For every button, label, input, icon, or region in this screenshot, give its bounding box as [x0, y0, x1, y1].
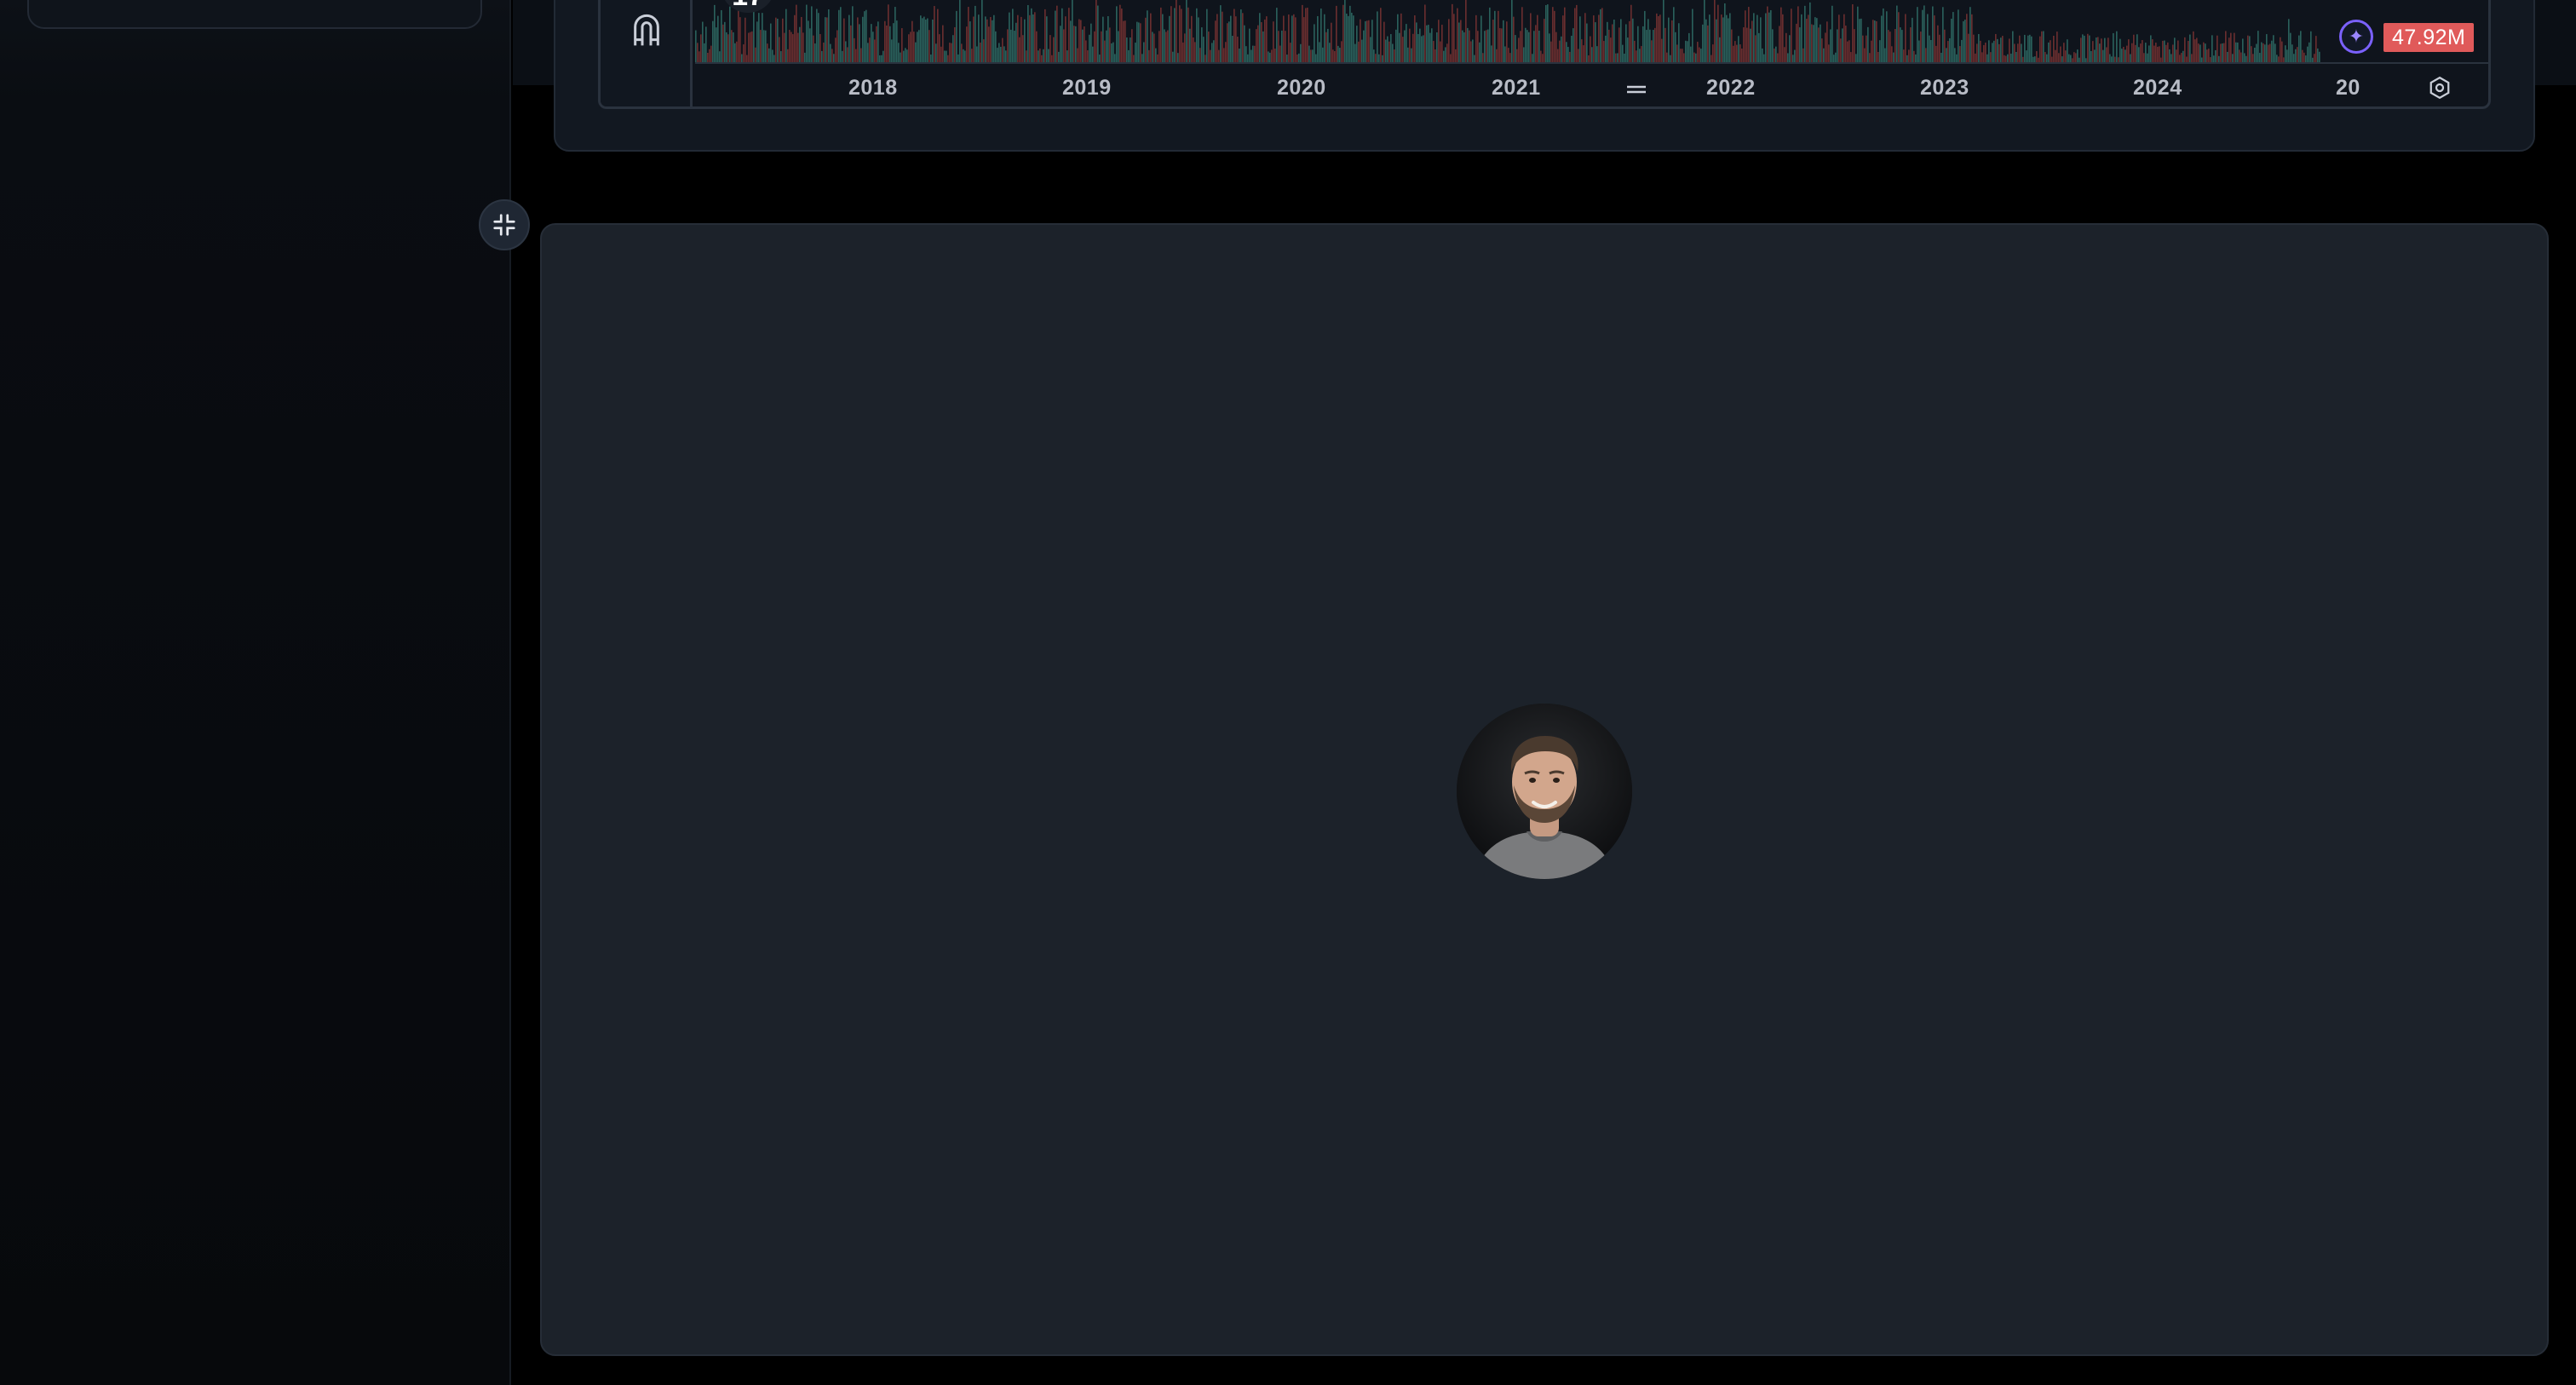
sidebar-collapse-button[interactable]	[479, 199, 530, 250]
axis-tick-label: 2021	[1492, 76, 1541, 100]
sidebar-card[interactable]	[27, 0, 482, 29]
app-root: 17 ✦ 47.92M 2018 2019 2020 2021 2022 202…	[0, 0, 2576, 1385]
pane-resize-handle-icon[interactable]	[1624, 79, 1649, 100]
participant-avatar[interactable]	[1457, 704, 1632, 879]
axis-tick-label: 2019	[1062, 76, 1112, 100]
avatar-photo	[1457, 704, 1632, 879]
chart-frame: 17 ✦ 47.92M 2018 2019 2020 2021 2022 202…	[598, 0, 2491, 109]
tradingview-logo-text: 17	[732, 0, 764, 13]
axis-tick-label: 2018	[848, 76, 898, 100]
magnet-button[interactable]	[628, 11, 665, 49]
axis-tick-label: 2024	[2133, 76, 2182, 100]
video-call-panel	[540, 223, 2549, 1356]
axis-tick-label: 2020	[1277, 76, 1326, 100]
sparkle-icon[interactable]: ✦	[2339, 20, 2373, 54]
axis-tick-label: 2023	[1920, 76, 1969, 100]
left-sidebar	[0, 0, 511, 1385]
time-axis[interactable]: 2018 2019 2020 2021 2022 2023 2024 20	[695, 62, 2488, 106]
chart-plot-area[interactable]: 17 ✦ 47.92M 2018 2019 2020 2021 2022 202…	[695, 0, 2488, 106]
volume-histogram	[695, 0, 2320, 62]
collapse-arrows-icon	[493, 214, 515, 236]
axis-settings-button[interactable]	[2424, 72, 2455, 103]
gear-icon	[2429, 76, 2450, 100]
chart-drawing-toolbar	[601, 0, 693, 106]
magnet-icon	[634, 14, 659, 46]
axis-tick-label: 20	[2336, 76, 2360, 100]
axis-tick-label: 2022	[1706, 76, 1756, 100]
volume-price-badge: 47.92M	[2383, 23, 2475, 52]
